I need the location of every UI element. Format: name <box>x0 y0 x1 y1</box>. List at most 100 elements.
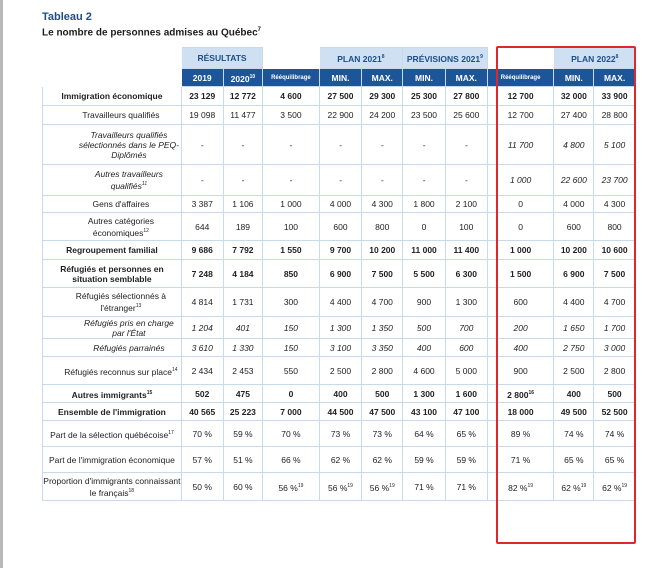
table-cell: 70 % <box>180 420 224 447</box>
table-cell: 65 % <box>553 446 595 473</box>
cell-value: 2 434 <box>191 365 213 376</box>
cell-value: - <box>241 175 245 185</box>
table-cell: 59 % <box>444 446 488 473</box>
table-cell: 62 %19 <box>553 472 595 501</box>
table-cell: 4 400 <box>318 287 363 317</box>
table-cell: 3 610 <box>180 338 224 357</box>
table-cell: 1 500 <box>486 259 555 288</box>
cell-value: 19 098 <box>189 110 216 120</box>
cell-value: 500 <box>607 388 622 399</box>
cell-value: 0 <box>518 199 523 209</box>
cell-value: 0 <box>288 388 294 399</box>
table-cell: 10 200 <box>553 240 595 260</box>
cell-value: 550 <box>283 365 299 376</box>
table-title-text: Le nombre de personnes admises au Québec <box>42 27 258 39</box>
table-cell: 0 <box>486 212 555 241</box>
table-cell: 11 477 <box>222 105 264 125</box>
row-label-note: 17 <box>168 429 174 436</box>
header-col-min-plan2021: MIN. <box>318 68 363 87</box>
cell-value: 23 500 <box>411 110 438 120</box>
cell-value: 25 223 <box>229 406 256 417</box>
table-cell: 3 000 <box>593 338 636 357</box>
table-cell: 900 <box>486 356 555 385</box>
cell-value: 4 600 <box>280 91 302 101</box>
cell-value: 27 400 <box>560 110 587 120</box>
cell-value: - <box>380 175 384 185</box>
table-cell: 2 800 <box>593 356 636 385</box>
cell-value: 4 000 <box>329 199 352 209</box>
cell-value: 71 % <box>510 454 531 465</box>
table-cell: 22 900 <box>318 105 363 125</box>
table-cell: 12 772 <box>222 86 264 106</box>
table-cell: 11 700 <box>486 124 555 165</box>
table-cell: 1 106 <box>222 195 264 213</box>
cell-value: - <box>241 139 245 150</box>
cell-value: 3 500 <box>280 110 302 120</box>
cell-value: 56 % <box>328 482 348 493</box>
cell-value: 18 000 <box>507 406 534 417</box>
row-label: Réfugiés pris en charge par l'État <box>42 316 182 339</box>
table-cell: 4 000 <box>553 195 595 213</box>
table-cell: - <box>402 124 446 165</box>
table-cell: 56 %19 <box>361 472 404 501</box>
table-cell: 5 500 <box>402 259 446 288</box>
cell-value: 73 % <box>330 428 351 439</box>
cell-value: 150 <box>283 322 299 333</box>
cell-value: 74 % <box>564 428 584 439</box>
table-title-note: 7 <box>257 27 261 33</box>
cell-value: 65 % <box>604 454 625 465</box>
header-col-min-previsions: MIN. <box>402 68 446 87</box>
table-row: Part de la sélection québécoise17 70 % 59 … <box>42 420 636 447</box>
table-cell: 4 400 <box>553 287 595 317</box>
cell-value: 11 400 <box>453 245 480 255</box>
row-label-text: Réfugiés pris en charge par l'État <box>84 317 174 338</box>
cell-value: 2 100 <box>455 199 477 209</box>
table-cell: 10 600 <box>593 240 636 260</box>
table-cell: 3 100 <box>318 338 363 357</box>
table-cell: 27 800 <box>444 86 488 106</box>
cell-value: 23 700 <box>601 175 628 185</box>
table-cell: 0 <box>262 384 320 403</box>
table-cell: 28 800 <box>593 105 636 125</box>
header-col-2020-label: 2020 <box>230 73 250 84</box>
header-col-max-previsions: MAX. <box>444 68 488 87</box>
table-cell: 23 500 <box>402 105 446 125</box>
table-cell: 850 <box>262 259 320 288</box>
cell-value: 10 200 <box>560 245 587 255</box>
cell-value: 64 % <box>414 428 434 439</box>
cell-value: 59 % <box>414 454 434 465</box>
cell-value: 4 400 <box>329 297 352 307</box>
header-col-2020: 202010 <box>222 68 264 87</box>
cell-value: 4 184 <box>232 268 254 279</box>
header-group-plan2021-note: 8 <box>381 54 385 61</box>
cell-value: 7 000 <box>280 406 302 417</box>
table-cell: 22 600 <box>553 164 595 196</box>
cell-value: 300 <box>283 297 299 307</box>
table-cell: 4 700 <box>361 287 404 317</box>
cell-value: 475 <box>235 388 250 399</box>
table-cell: - <box>318 164 363 196</box>
cell-value: - <box>339 139 342 150</box>
table-cell: 400 <box>553 384 595 403</box>
cell-value: 70 % <box>192 428 212 439</box>
table-cell: - <box>262 164 320 196</box>
cell-value: 1 300 <box>413 388 435 399</box>
cell-value: 59 % <box>233 428 253 439</box>
row-label-note: 14 <box>172 366 178 373</box>
table-cell: 4 800 <box>553 124 595 165</box>
table-cell: 0 <box>486 195 555 213</box>
table-cell: 60 % <box>222 472 264 501</box>
table-cell: 1 000 <box>486 240 555 260</box>
cell-note: 16 <box>528 389 534 396</box>
cell-value: - <box>464 175 468 185</box>
cell-value: 5 000 <box>455 365 477 376</box>
cell-value: 22 900 <box>327 110 354 120</box>
cell-value: 2 500 <box>329 365 352 376</box>
row-label-text: Gens d'affaires <box>92 199 150 209</box>
table-cell: 32 000 <box>553 86 595 106</box>
header-col-reequilibrage-2022: Rééquilibrage <box>486 68 555 87</box>
cell-value: 1 650 <box>563 322 585 333</box>
row-label: Travailleurs qualifiés sélectionnés dans… <box>42 124 182 165</box>
cell-value: 49 500 <box>560 406 587 417</box>
cell-value: 1 106 <box>232 199 254 209</box>
